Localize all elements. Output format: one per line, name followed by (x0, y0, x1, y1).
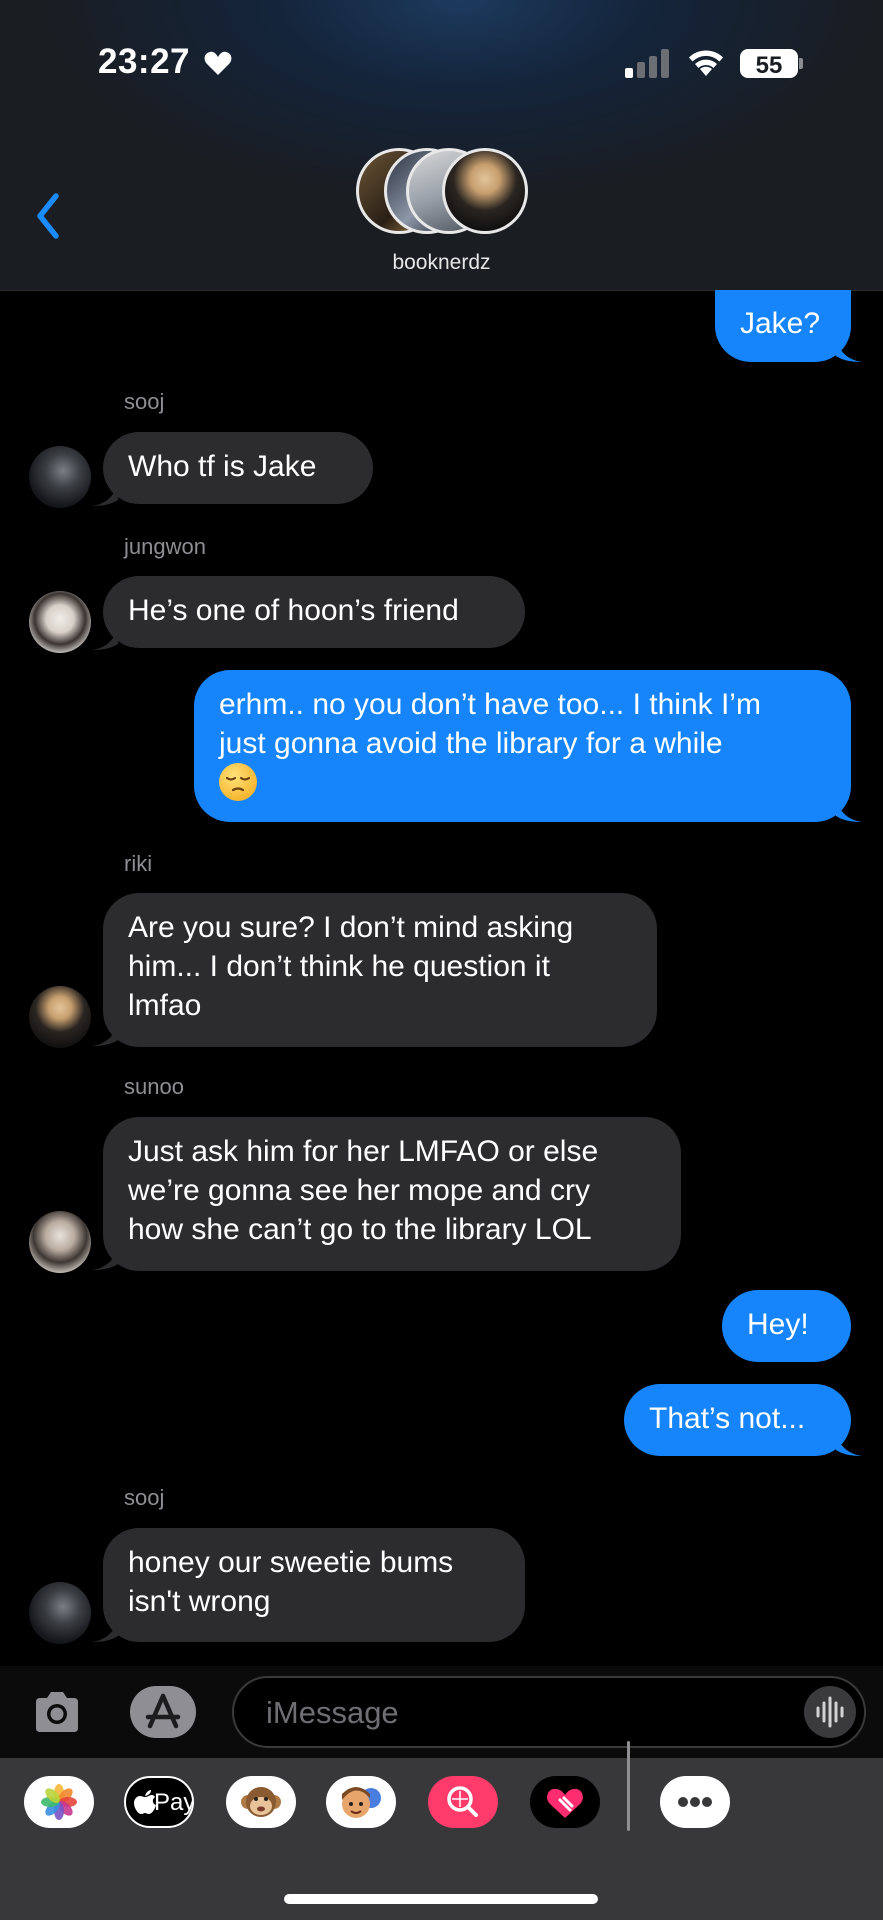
outgoing-message[interactable]: Hey! (722, 1290, 851, 1362)
sender-name: sunoo (124, 1074, 184, 1099)
message-text-line: Are you sure? I don’t mind asking (128, 911, 574, 944)
message-text-line: erhm.. no you don’t have too... I think … (219, 688, 761, 721)
drawer-divider (627, 1741, 630, 1831)
photos-icon[interactable] (24, 1776, 94, 1828)
outgoing-message[interactable]: erhm.. no you don’t have too... I think … (194, 670, 851, 822)
apple-pay-label: Pay (154, 1789, 194, 1816)
contact-avatar[interactable] (29, 591, 91, 653)
audio-waveform-icon[interactable] (804, 1686, 856, 1738)
conversation-header: 23:27 55 booknerdz (0, 0, 883, 291)
status-time: 23:27 (98, 42, 191, 81)
camera-icon[interactable] (32, 1690, 82, 1734)
heart-icon (204, 51, 232, 75)
message-text-line: isn't wrong (128, 1585, 271, 1618)
battery-indicator: 55 (740, 49, 798, 79)
incoming-message[interactable]: honey our sweetie bums isn't wrong (103, 1528, 525, 1642)
sender-name: sooj (124, 389, 165, 414)
bubble-tail (836, 1434, 862, 1456)
wifi-icon (689, 50, 723, 76)
cellular-signal-icon (625, 49, 669, 78)
message-text: Who tf is Jake (128, 450, 317, 483)
pensive-face-emoji (219, 763, 826, 802)
battery-cap (799, 58, 803, 69)
apple-pay-icon[interactable]: Pay (124, 1776, 194, 1828)
incoming-message[interactable]: Who tf is Jake (103, 432, 373, 504)
bubble-tail (836, 340, 862, 362)
search-images-icon[interactable] (428, 1776, 498, 1828)
message-placeholder: iMessage (266, 1695, 399, 1730)
outgoing-message[interactable]: Jake? (715, 290, 851, 362)
contact-avatar[interactable] (29, 1211, 91, 1273)
contact-avatar[interactable] (29, 1582, 91, 1644)
message-text-line: we’re gonna see her mope and cry (128, 1174, 590, 1207)
memoji-stickers-icon[interactable] (326, 1776, 396, 1828)
message-text-line: honey our sweetie bums (128, 1546, 454, 1579)
more-apps-icon[interactable] (660, 1776, 730, 1828)
monkey-memoji-icon[interactable] (226, 1776, 296, 1828)
incoming-message[interactable]: Are you sure? I don’t mind asking him...… (103, 893, 657, 1047)
message-text-line: him... I don’t think he question it (128, 950, 550, 983)
message-text: Jake? (740, 307, 821, 340)
group-avatar-stack[interactable] (356, 148, 528, 238)
message-text: That’s not... (649, 1402, 806, 1435)
sender-name: jungwon (124, 534, 206, 559)
outgoing-message[interactable]: That’s not... (624, 1384, 851, 1456)
incoming-message[interactable]: Just ask him for her LMFAO or else we’re… (103, 1117, 681, 1271)
group-name[interactable]: booknerdz (0, 251, 883, 275)
message-text-line: Just ask him for her LMFAO or else (128, 1135, 599, 1168)
home-indicator[interactable] (284, 1894, 598, 1904)
digital-touch-icon[interactable] (530, 1776, 600, 1828)
back-chevron-icon[interactable] (30, 190, 70, 242)
contact-avatar[interactable] (29, 446, 91, 508)
contact-avatar[interactable] (29, 986, 91, 1048)
bubble-tail (836, 800, 862, 822)
message-text-line: lmfao (128, 989, 202, 1022)
message-input[interactable]: iMessage (232, 1676, 866, 1748)
sender-name: riki (124, 851, 153, 876)
sender-name: sooj (124, 1485, 165, 1510)
message-text: Hey! (747, 1308, 809, 1341)
app-store-icon[interactable] (130, 1686, 196, 1738)
message-text: He’s one of hoon’s friend (128, 594, 459, 627)
group-member-avatar (442, 148, 528, 234)
message-text-line: how she can’t go to the library LOL (128, 1213, 592, 1246)
incoming-message[interactable]: He’s one of hoon’s friend (103, 576, 525, 648)
message-text-line: just gonna avoid the library for a while (219, 727, 723, 760)
